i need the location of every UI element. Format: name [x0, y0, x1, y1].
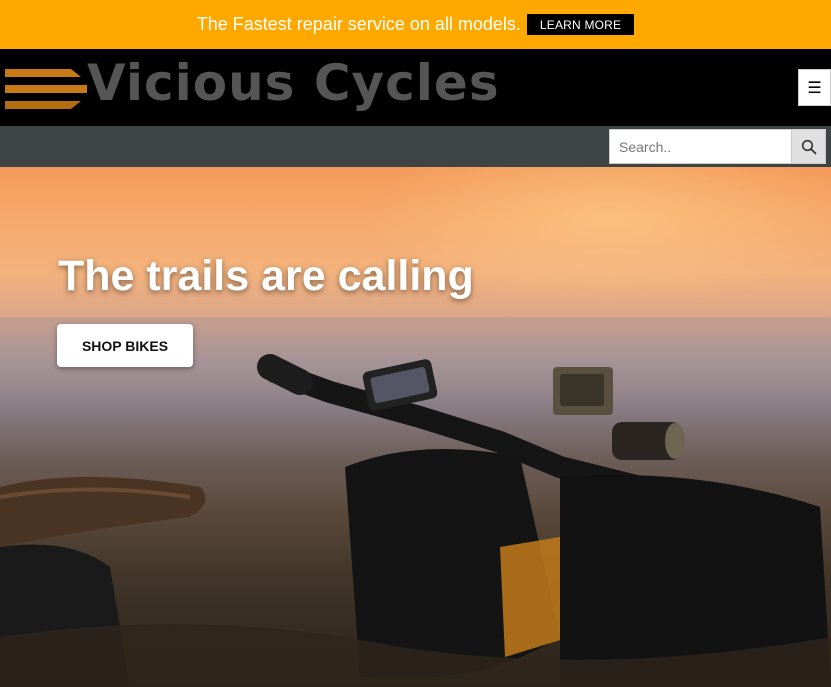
shop-bikes-button[interactable]: SHOP BIKES	[57, 324, 193, 367]
promo-text: The Fastest repair service on all models…	[196, 14, 521, 34]
search-button[interactable]	[791, 129, 826, 164]
menu-icon: ☰	[807, 79, 822, 97]
search-input[interactable]	[609, 129, 792, 164]
logo[interactable]: Vicious Cycles	[5, 54, 565, 113]
logo-stripes-icon	[5, 69, 87, 109]
learn-more-button[interactable]: LEARN MORE	[526, 14, 635, 35]
hero-title: The trails are calling	[58, 252, 474, 300]
site-header: Vicious Cycles ☰	[0, 49, 831, 126]
search-icon	[801, 139, 816, 154]
menu-button[interactable]: ☰	[798, 69, 831, 106]
hero-banner: The trails are calling SHOP BIKES	[0, 167, 831, 687]
search-bar	[0, 126, 831, 167]
promo-bar: The Fastest repair service on all models…	[0, 0, 831, 49]
brand-name: Vicious Cycles	[87, 54, 500, 112]
hero-bike-image	[0, 317, 831, 687]
